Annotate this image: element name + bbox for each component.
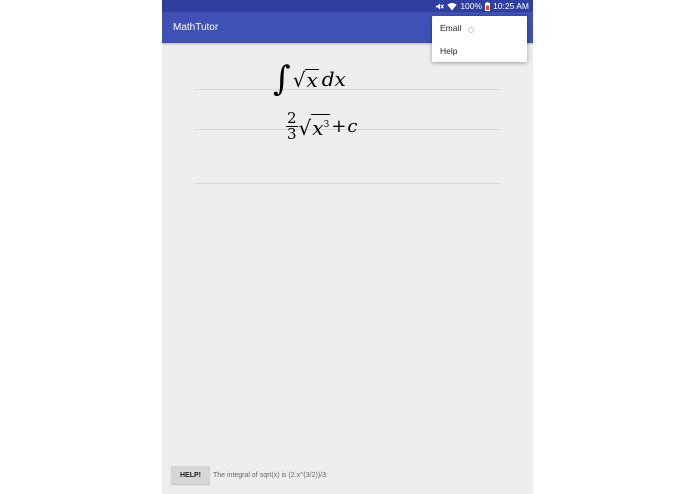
answer-radicand: x3 xyxy=(311,114,331,140)
wifi-icon xyxy=(447,2,458,11)
fraction: 2 3 xyxy=(286,110,298,143)
status-bar: 100% 10:25 AM xyxy=(162,0,533,12)
answer-sqrt-sign: √ xyxy=(298,116,312,140)
sqrt-sign: √ xyxy=(292,67,306,92)
answer-sqrt-expression: √ x3 xyxy=(299,114,331,138)
help-hint-text: The integral of sqrt(x) is (2.x^(3/2))/3… xyxy=(213,471,328,479)
integral-expression: ∫ √ x dx xyxy=(273,56,346,102)
app-title: MathTutor xyxy=(173,22,219,33)
notebook-line xyxy=(194,183,501,184)
differential: dx xyxy=(321,67,346,91)
ripple-dot-icon xyxy=(468,27,474,33)
help-bar: HELP! The integral of sqrt(x) is (2.x^(3… xyxy=(171,466,328,484)
radicand: x xyxy=(305,67,319,92)
battery-icon xyxy=(485,1,491,11)
fraction-denominator: 3 xyxy=(287,124,297,143)
device-screen: 100% 10:25 AM MathTutor ∫ √ x dx 2 3 √ x… xyxy=(162,0,533,494)
plus-sign: + xyxy=(331,115,347,137)
overflow-menu: Email Help xyxy=(432,16,527,62)
battery-percent: 100% xyxy=(460,1,483,11)
menu-item-help[interactable]: Help xyxy=(440,46,457,56)
status-icons: 100% 10:25 AM xyxy=(435,0,529,12)
menu-item-email[interactable]: Email xyxy=(440,23,461,33)
answer-expression: 2 3 √ x3 + c xyxy=(286,106,358,146)
notebook-line xyxy=(194,89,501,90)
sqrt-expression: √ x xyxy=(292,67,319,92)
radicand-exponent: 3 xyxy=(323,120,330,130)
constant-c: c xyxy=(347,115,358,137)
help-button[interactable]: HELP! xyxy=(171,466,210,484)
status-time: 10:25 AM xyxy=(493,1,529,11)
integral-sign: ∫ xyxy=(273,59,291,99)
radicand-base: x xyxy=(312,116,324,140)
mute-icon xyxy=(435,2,445,11)
